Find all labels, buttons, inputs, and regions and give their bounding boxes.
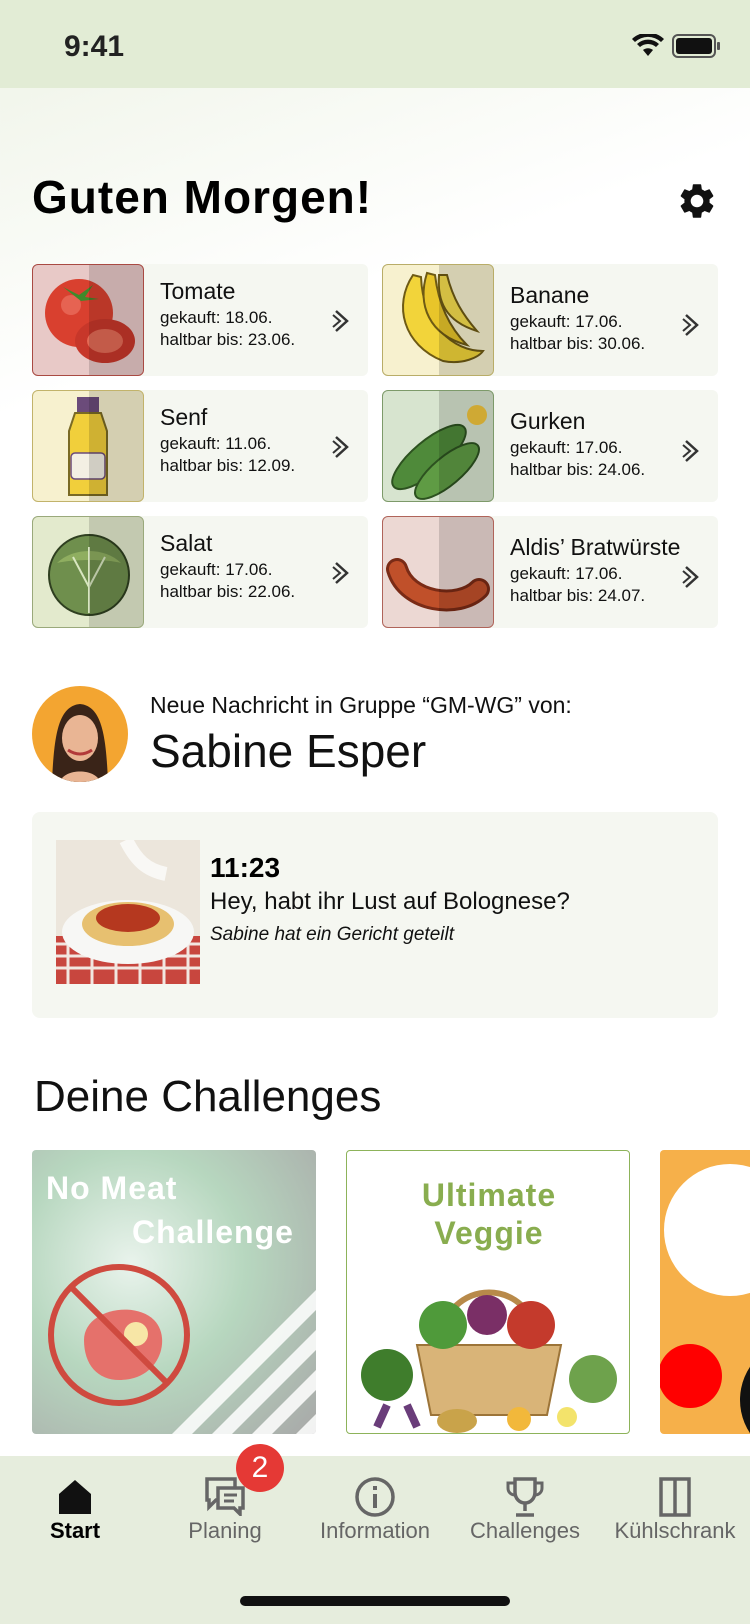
page-title: Guten Morgen! bbox=[32, 171, 373, 223]
item-name: Banane bbox=[510, 282, 590, 308]
item-image bbox=[382, 516, 494, 628]
item-bought-date: gekauft: 17.06. bbox=[510, 564, 623, 583]
item-bought-date: gekauft: 18.06. bbox=[160, 308, 273, 327]
chevron-right-icon[interactable] bbox=[682, 312, 702, 338]
item-name: Tomate bbox=[160, 278, 236, 304]
fridge-item-senf[interactable]: Senf gekauft: 11.06. haltbar bis: 12.09. bbox=[32, 390, 368, 502]
tab-kuehlschrank[interactable]: Kühlschrank bbox=[600, 1456, 750, 1556]
fridge-item-salat[interactable]: Salat gekauft: 17.06. haltbar bis: 22.06… bbox=[32, 516, 368, 628]
item-image bbox=[382, 390, 494, 502]
challenges-heading: Deine Challenges bbox=[34, 1072, 382, 1121]
message-sender: Sabine Esper bbox=[150, 725, 427, 777]
item-expiry-date: haltbar bis: 23.06. bbox=[160, 330, 296, 349]
item-expiry-date: haltbar bis: 22.06. bbox=[160, 582, 296, 601]
item-name: Senf bbox=[160, 404, 208, 430]
battery-icon bbox=[672, 34, 720, 58]
wifi-icon bbox=[632, 34, 664, 56]
challenge-card-ultimate-veggie[interactable]: Ultimate Veggie bbox=[346, 1150, 630, 1434]
item-expiry-date: haltbar bis: 24.07. bbox=[510, 586, 646, 605]
chevron-right-icon[interactable] bbox=[332, 308, 352, 334]
fridge-icon bbox=[659, 1477, 691, 1517]
fridge-item-bratwuerste[interactable]: Aldis’ Bratwürste gekauft: 17.06. haltba… bbox=[382, 516, 718, 628]
message-time: 11:23 bbox=[210, 852, 281, 883]
tab-start[interactable]: Start bbox=[0, 1456, 150, 1556]
item-image bbox=[32, 390, 144, 502]
message-card[interactable]: 11:23 Hey, habt ihr Lust auf Bolognese? … bbox=[32, 812, 718, 1018]
avatar[interactable] bbox=[32, 686, 128, 782]
person-avatar-icon bbox=[52, 704, 108, 782]
challenge-card-partial[interactable] bbox=[660, 1150, 750, 1434]
fridge-item-banane[interactable]: Banane gekauft: 17.06. haltbar bis: 30.0… bbox=[382, 264, 718, 376]
gear-icon[interactable] bbox=[676, 180, 718, 222]
item-image bbox=[32, 516, 144, 628]
home-indicator[interactable] bbox=[240, 1596, 510, 1606]
challenge-title-line1: No Meat bbox=[46, 1170, 178, 1206]
trophy-icon bbox=[506, 1477, 544, 1517]
home-icon bbox=[59, 1480, 91, 1514]
challenge-card-no-meat[interactable]: No Meat Challenge bbox=[32, 1150, 316, 1434]
status-bar: 9:41 bbox=[0, 0, 750, 88]
item-bought-date: gekauft: 17.06. bbox=[510, 438, 623, 457]
item-expiry-date: haltbar bis: 12.09. bbox=[160, 456, 296, 475]
item-bought-date: gekauft: 17.06. bbox=[510, 312, 623, 331]
message-note: Sabine hat ein Gericht geteilt bbox=[210, 924, 454, 945]
chevron-right-icon[interactable] bbox=[332, 434, 352, 460]
chevron-right-icon[interactable] bbox=[682, 438, 702, 464]
dish-photo bbox=[56, 840, 200, 984]
fridge-item-tomate[interactable]: Tomate gekauft: 18.06. haltbar bis: 23.0… bbox=[32, 264, 368, 376]
item-image bbox=[382, 264, 494, 376]
message-intro: Neue Nachricht in Gruppe “GM-WG” von: bbox=[150, 692, 572, 718]
notification-badge: 2 bbox=[236, 1444, 284, 1492]
item-bought-date: gekauft: 17.06. bbox=[160, 560, 273, 579]
pasta-image-icon bbox=[56, 840, 200, 984]
item-name: Salat bbox=[160, 530, 213, 556]
info-icon bbox=[355, 1477, 395, 1517]
fridge-item-gurken[interactable]: Gurken gekauft: 17.06. haltbar bis: 24.0… bbox=[382, 390, 718, 502]
tab-label: Challenges bbox=[469, 1518, 581, 1543]
tab-information[interactable]: Information bbox=[300, 1456, 450, 1556]
tab-bar: Start 2 Planing Information Challenges K… bbox=[0, 1444, 750, 1556]
chevron-right-icon[interactable] bbox=[682, 564, 702, 590]
challenge-title-line1: Ultimate bbox=[421, 1177, 557, 1213]
item-bought-date: gekauft: 11.06. bbox=[160, 434, 272, 453]
item-name: Gurken bbox=[510, 408, 586, 434]
no-meat-icon bbox=[48, 1264, 190, 1406]
status-time: 9:41 bbox=[64, 30, 125, 63]
item-expiry-date: haltbar bis: 24.06. bbox=[510, 460, 646, 479]
item-image bbox=[32, 264, 144, 376]
tab-label: Kühlschrank bbox=[614, 1518, 736, 1543]
tab-label: Planing bbox=[188, 1518, 262, 1543]
challenge-title-line2: Challenge bbox=[132, 1214, 294, 1250]
challenge-artwork bbox=[660, 1164, 750, 1434]
item-expiry-date: haltbar bis: 30.06. bbox=[510, 334, 646, 353]
chevron-right-icon[interactable] bbox=[332, 560, 352, 586]
vegetable-basket-icon bbox=[361, 1289, 617, 1433]
tab-label: Information bbox=[319, 1518, 431, 1543]
tab-label: Start bbox=[49, 1518, 101, 1543]
tab-challenges[interactable]: Challenges bbox=[450, 1456, 600, 1556]
home-indicator-area bbox=[0, 1556, 750, 1624]
item-name: Aldis’ Bratwürste bbox=[510, 534, 681, 560]
message-text: Hey, habt ihr Lust auf Bolognese? bbox=[210, 888, 570, 915]
tab-planing[interactable]: 2 Planing bbox=[150, 1444, 300, 1556]
challenge-title-line2: Veggie bbox=[434, 1215, 544, 1251]
